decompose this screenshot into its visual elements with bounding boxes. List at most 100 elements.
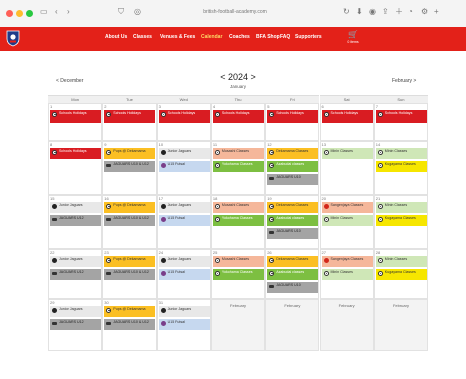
sidebar-icon[interactable]: ▭ bbox=[40, 7, 48, 17]
calendar-event[interactable]: Junior Jaguars bbox=[50, 256, 101, 267]
calendar-event[interactable]: Minin Classes bbox=[375, 256, 427, 267]
calendar-event[interactable]: Dekamama Classes bbox=[267, 202, 319, 213]
calendar-event[interactable]: JAGUARS U10 bbox=[267, 174, 319, 185]
nav-item-venues[interactable]: Venues & Fees bbox=[160, 34, 195, 40]
nav-item-shop[interactable]: BFA Shop bbox=[256, 34, 280, 40]
calendar-day-cell[interactable]: 28 Minin Classes Kugayama Classes bbox=[373, 249, 429, 299]
calendar-day-cell[interactable]: 2 Schools Holidays bbox=[102, 103, 157, 141]
calendar-day-cell[interactable]: 11 Musashi Classes Yokohama Classes bbox=[210, 141, 266, 195]
calendar-day-cell[interactable]: 10 Junior Jaguars U15 Futsal bbox=[156, 141, 211, 195]
calendar-day-cell[interactable]: 18 Musashi Classes Yokohama Classes bbox=[210, 195, 266, 249]
calendar-day-cell[interactable]: 5 Schools Holidays bbox=[265, 103, 320, 141]
nav-item-about[interactable]: About Us bbox=[105, 34, 127, 40]
calendar-event[interactable]: JAGUARS U10 & U12 bbox=[104, 269, 156, 280]
calendar-day-cell[interactable]: 22 Junior Jaguars JAGUARS U12 bbox=[48, 249, 103, 299]
calendar-event[interactable]: Schools Holidays bbox=[375, 110, 427, 123]
calendar-event[interactable]: JAGUARS U12 bbox=[50, 319, 101, 330]
calendar-event[interactable]: Azabudai classes bbox=[267, 215, 319, 226]
cart-button[interactable]: 🛒 0 items bbox=[346, 30, 360, 45]
calendar-day-cell[interactable]: 16 Pups @ Dekamama JAGUARS U10 & U12 bbox=[102, 195, 157, 249]
calendar-event[interactable]: Schools Holidays bbox=[212, 110, 264, 123]
calendar-day-cell[interactable]: 1 Schools Holidays bbox=[48, 103, 103, 141]
calendar-day-cell[interactable]: 17 Junior Jaguars U15 Futsal bbox=[156, 195, 211, 249]
calendar-event[interactable]: Schools Holidays bbox=[50, 110, 101, 123]
shield-icon[interactable]: ⛉ bbox=[118, 7, 124, 17]
calendar-event[interactable]: Pups @ Dekamama bbox=[104, 306, 156, 317]
nav-item-coaches[interactable]: Coaches bbox=[229, 34, 250, 40]
tabs-icon[interactable]: ◔ bbox=[408, 7, 413, 17]
calendar-event[interactable]: Minin Classes bbox=[321, 148, 373, 159]
share-icon[interactable]: ⇪ bbox=[382, 7, 389, 17]
calendar-day-cell[interactable]: 30 Pups @ Dekamama JAGUARS U10 & U12 bbox=[102, 299, 157, 351]
calendar-event[interactable]: JAGUARS U10 bbox=[267, 228, 319, 239]
calendar-event[interactable]: Pups @ Dekamama bbox=[104, 148, 156, 159]
close-window-button[interactable] bbox=[6, 10, 13, 17]
calendar-event[interactable]: Schools Holidays bbox=[50, 148, 101, 159]
calendar-event[interactable]: Pups @ Dekamama bbox=[104, 256, 156, 267]
calendar-day-cell[interactable]: 12 Dekamama Classes Azabudai classes JAGUAR… bbox=[265, 141, 320, 195]
calendar-event[interactable]: Kugayama Classes bbox=[375, 269, 427, 280]
calendar-event[interactable]: Minin Classes bbox=[321, 269, 373, 280]
calendar-event[interactable]: Musashi Classes bbox=[212, 256, 264, 267]
calendar-event[interactable]: Sangenjaya Classes bbox=[321, 202, 373, 213]
calendar-day-cell[interactable]: 3 Schools Holidays bbox=[156, 103, 211, 141]
refresh-icon[interactable]: ↻ bbox=[343, 7, 350, 17]
calendar-event[interactable]: Minin Classes bbox=[321, 215, 373, 226]
calendar-day-cell[interactable]: 29 Junior Jaguars JAGUARS U12 bbox=[48, 299, 103, 351]
nav-item-calendar[interactable]: Calendar bbox=[201, 34, 222, 40]
calendar-event[interactable]: JAGUARS U10 & U12 bbox=[104, 215, 156, 226]
calendar-event[interactable]: Minin Classes bbox=[375, 202, 427, 213]
calendar-event[interactable]: Kugayama Classes bbox=[375, 161, 427, 172]
calendar-event[interactable]: U15 Futsal bbox=[158, 215, 210, 226]
forward-icon[interactable]: › bbox=[67, 7, 70, 17]
nav-item-supporters[interactable]: Supporters bbox=[295, 34, 322, 40]
calendar-event[interactable]: Dekamama Classes bbox=[267, 256, 319, 267]
calendar-day-cell[interactable]: 25 Musashi Classes Yokohama Classes bbox=[210, 249, 266, 299]
calendar-day-cell[interactable]: 20 Sangenjaya Classes Minin Classes bbox=[319, 195, 374, 249]
calendar-day-cell[interactable]: 19 Dekamama Classes Azabudai classes JAGUAR… bbox=[265, 195, 320, 249]
calendar-day-cell[interactable]: 6 Schools Holidays bbox=[319, 103, 374, 141]
calendar-event[interactable]: Pups @ Dekamama bbox=[104, 202, 156, 213]
bfa-logo-icon[interactable] bbox=[6, 30, 20, 47]
calendar-event[interactable]: Kugayama Classes bbox=[375, 215, 427, 226]
add-tab-icon[interactable]: ＋ bbox=[395, 7, 403, 17]
calendar-event[interactable]: Yokohama Classes bbox=[212, 215, 264, 226]
calendar-event[interactable]: Junior Jaguars bbox=[158, 256, 210, 267]
extension-icon[interactable]: ◉ bbox=[369, 7, 376, 17]
new-tab-icon[interactable]: + bbox=[434, 7, 439, 17]
back-icon[interactable]: ‹ bbox=[55, 7, 58, 17]
calendar-event[interactable]: Musashi Classes bbox=[212, 148, 264, 159]
calendar-event[interactable]: Schools Holidays bbox=[321, 110, 373, 123]
calendar-event[interactable]: JAGUARS U12 bbox=[50, 269, 101, 280]
translate-icon[interactable]: ◎ bbox=[134, 7, 141, 17]
calendar-day-cell[interactable]: 15 Junior Jaguars JAGUARS U12 bbox=[48, 195, 103, 249]
calendar-event[interactable]: Schools Holidays bbox=[267, 110, 319, 123]
year-selector[interactable]: < 2024 > bbox=[48, 72, 428, 82]
calendar-day-cell[interactable]: 21 Minin Classes Kugayama Classes bbox=[373, 195, 429, 249]
calendar-day-cell[interactable]: 14 Minin Classes Kugayama Classes bbox=[373, 141, 429, 195]
calendar-event[interactable]: JAGUARS U12 bbox=[50, 215, 101, 226]
nav-item-classes[interactable]: Classes bbox=[133, 34, 152, 40]
calendar-day-cell[interactable]: 31 Junior Jaguars U15 Futsal bbox=[156, 299, 211, 351]
calendar-event[interactable]: Dekamama Classes bbox=[267, 148, 319, 159]
calendar-day-cell[interactable]: 9 Pups @ Dekamama JAGUARS U10 & U12 bbox=[102, 141, 157, 195]
calendar-day-cell[interactable]: 23 Pups @ Dekamama JAGUARS U10 & U12 bbox=[102, 249, 157, 299]
maximize-window-button[interactable] bbox=[26, 10, 33, 17]
calendar-day-cell[interactable]: 27 Sangenjaya Classes Minin Classes bbox=[319, 249, 374, 299]
calendar-event[interactable]: Junior Jaguars bbox=[158, 306, 210, 317]
calendar-event[interactable]: Schools Holidays bbox=[158, 110, 210, 123]
calendar-day-cell[interactable]: 4 Schools Holidays bbox=[210, 103, 266, 141]
nav-item-faq[interactable]: FAQ bbox=[280, 34, 290, 40]
calendar-event[interactable]: Junior Jaguars bbox=[158, 202, 210, 213]
calendar-event[interactable]: Minin Classes bbox=[375, 148, 427, 159]
calendar-day-cell[interactable]: 7 Schools Holidays bbox=[373, 103, 429, 141]
calendar-event[interactable]: U15 Futsal bbox=[158, 319, 210, 330]
calendar-event[interactable]: Junior Jaguars bbox=[50, 306, 101, 317]
calendar-day-cell[interactable]: February bbox=[210, 299, 266, 351]
calendar-day-cell[interactable]: February bbox=[373, 299, 429, 351]
calendar-day-cell[interactable]: 8 Schools Holidays bbox=[48, 141, 103, 195]
calendar-day-cell[interactable]: 26 Dekamama Classes Azabudai classes JAGUAR… bbox=[265, 249, 320, 299]
calendar-event[interactable]: Yokohama Classes bbox=[212, 269, 264, 280]
calendar-day-cell[interactable]: 24 Junior Jaguars U15 Futsal bbox=[156, 249, 211, 299]
calendar-event[interactable]: JAGUARS U10 & U12 bbox=[104, 319, 156, 330]
